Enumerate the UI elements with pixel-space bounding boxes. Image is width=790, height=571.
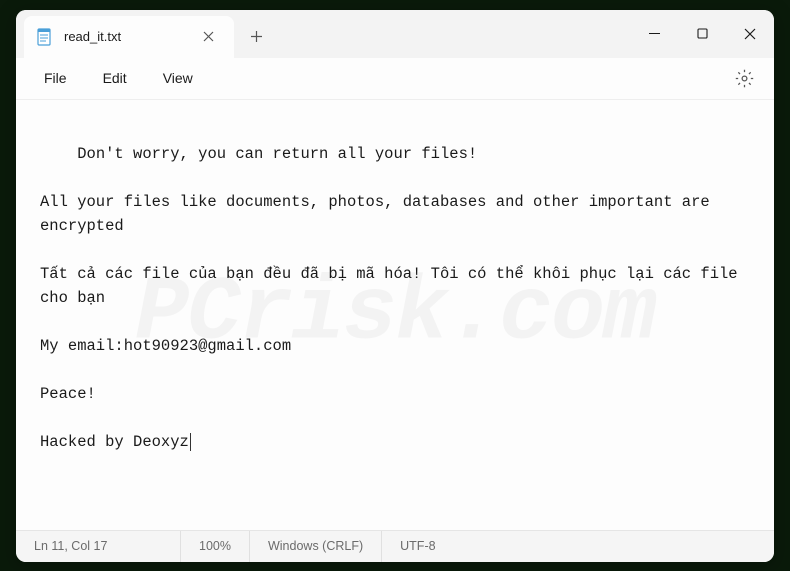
window-controls [630, 10, 774, 58]
status-zoom[interactable]: 100% [181, 531, 250, 562]
content-line: Peace! [40, 385, 96, 403]
menubar: File Edit View [16, 58, 774, 100]
notepad-icon [36, 27, 54, 47]
tab-title: read_it.txt [64, 29, 184, 44]
text-editor-area[interactable]: PCrisk.comDon't worry, you can return al… [16, 100, 774, 530]
text-cursor [190, 433, 191, 451]
statusbar: Ln 11, Col 17 100% Windows (CRLF) UTF-8 [16, 530, 774, 562]
status-encoding[interactable]: UTF-8 [382, 531, 453, 562]
maximize-button[interactable] [678, 10, 726, 58]
file-tab[interactable]: read_it.txt [24, 16, 234, 58]
minimize-button[interactable] [630, 10, 678, 58]
content-line: My email:hot90923@gmail.com [40, 337, 291, 355]
content-line: Hacked by Deoxyz [40, 433, 189, 451]
status-position[interactable]: Ln 11, Col 17 [16, 531, 181, 562]
settings-button[interactable] [726, 60, 762, 96]
status-line-ending[interactable]: Windows (CRLF) [250, 531, 382, 562]
content-line: Tất cả các file của bạn đều đã bị mã hóa… [40, 265, 747, 307]
menu-file[interactable]: File [28, 64, 83, 92]
new-tab-button[interactable] [234, 16, 278, 58]
content-line: Don't worry, you can return all your fil… [77, 145, 477, 163]
titlebar: read_it.txt [16, 10, 774, 58]
tab-close-button[interactable] [194, 23, 222, 51]
menu-view[interactable]: View [147, 64, 209, 92]
content-line: All your files like documents, photos, d… [40, 193, 719, 235]
menu-edit[interactable]: Edit [87, 64, 143, 92]
notepad-window: read_it.txt File Edit View [16, 10, 774, 562]
close-button[interactable] [726, 10, 774, 58]
